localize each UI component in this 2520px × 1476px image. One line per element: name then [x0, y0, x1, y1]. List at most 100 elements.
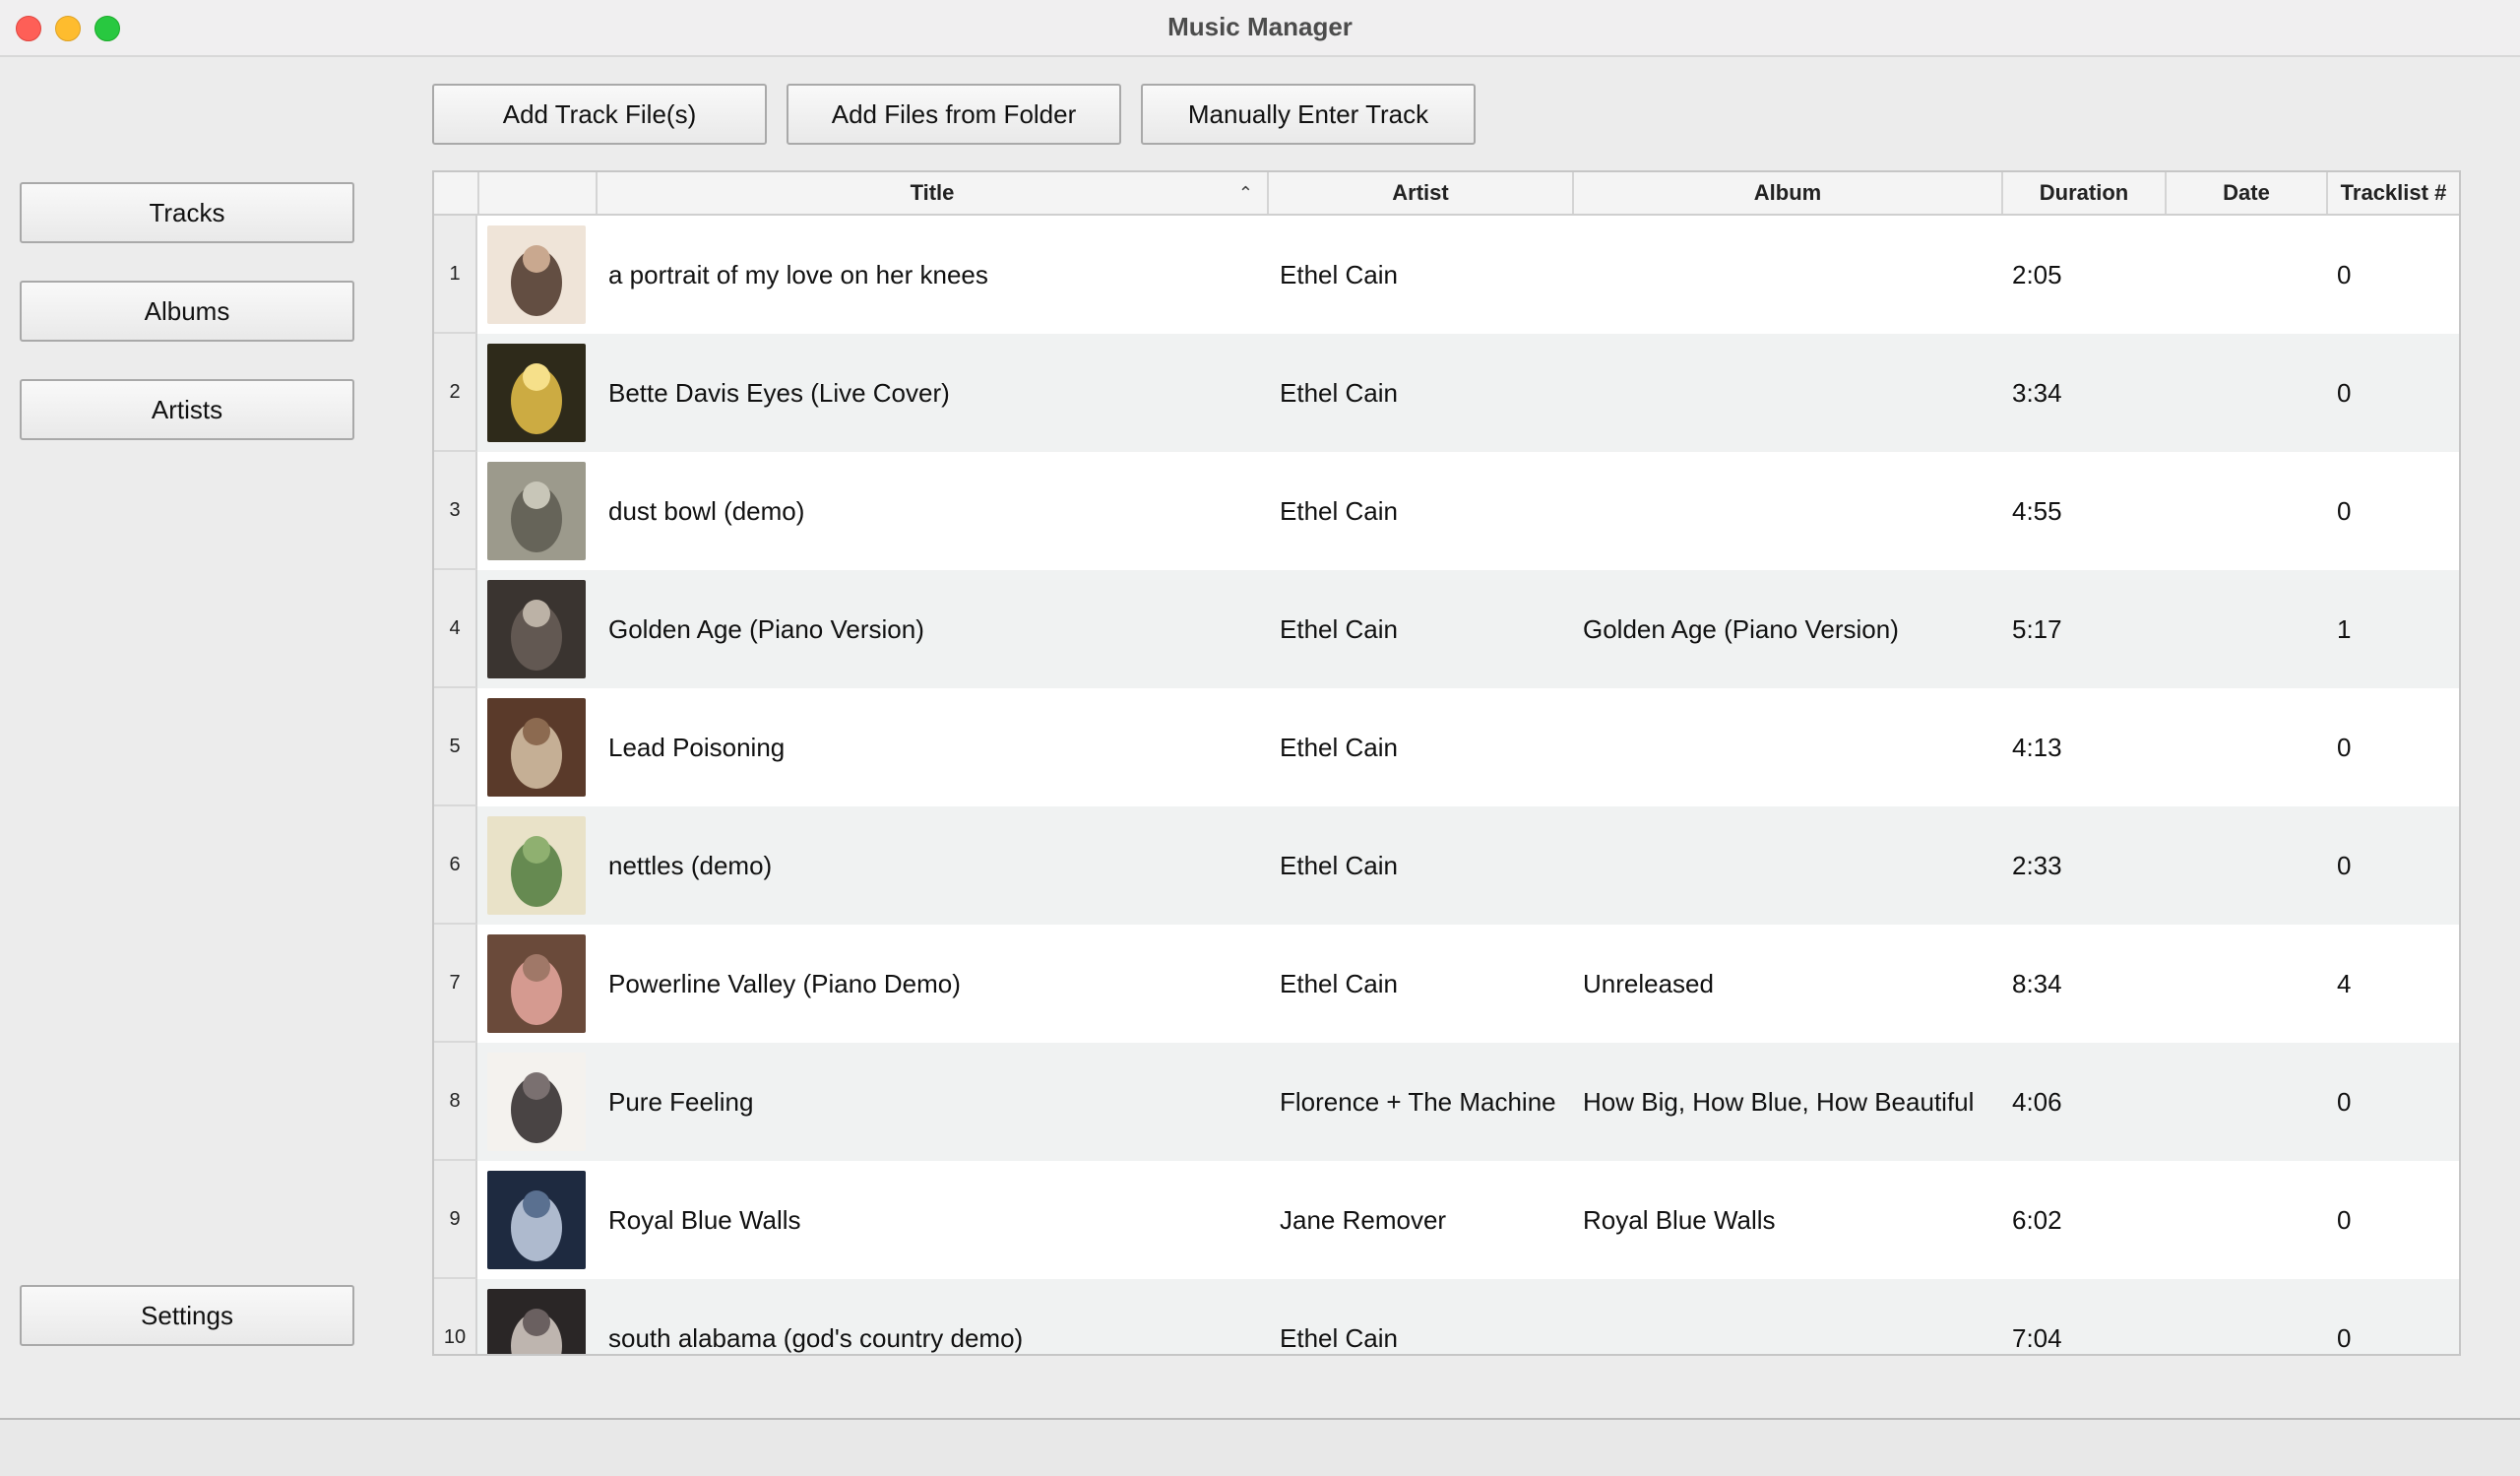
row-number[interactable]: 1: [434, 216, 477, 334]
column-header-artist[interactable]: Artist: [1269, 172, 1574, 214]
cell-title[interactable]: dust bowl (demo): [608, 452, 1258, 570]
manually-enter-track-button[interactable]: Manually Enter Track: [1141, 84, 1476, 145]
cell-title[interactable]: nettles (demo): [608, 806, 1258, 925]
cell-artist[interactable]: Ethel Cain: [1280, 570, 1575, 688]
cell-artist[interactable]: Ethel Cain: [1280, 806, 1575, 925]
cell-album[interactable]: [1583, 1279, 2002, 1354]
row-number[interactable]: 7: [434, 925, 477, 1043]
column-header-date[interactable]: Date: [2167, 172, 2328, 214]
cell-artist[interactable]: Ethel Cain: [1280, 216, 1575, 334]
album-art-image: [487, 462, 586, 560]
cell-duration[interactable]: 6:02: [2012, 1161, 2160, 1279]
column-header-art[interactable]: [479, 172, 598, 214]
cell-album[interactable]: How Big, How Blue, How Beautiful: [1583, 1043, 2002, 1161]
cell-title[interactable]: Bette Davis Eyes (Live Cover): [608, 334, 1258, 452]
cell-artist[interactable]: Ethel Cain: [1280, 925, 1575, 1043]
cell-album[interactable]: Royal Blue Walls: [1583, 1161, 2002, 1279]
cell-tracklist[interactable]: 0: [2337, 1279, 2455, 1354]
table-header: Title ⌃ Artist Album Duration Date Track…: [434, 172, 2459, 216]
cell-duration[interactable]: 8:34: [2012, 925, 2160, 1043]
table-row[interactable]: 4 Golden Age (Piano Version) Ethel Cain Gol…: [434, 570, 2459, 688]
column-header-duration[interactable]: Duration: [2003, 172, 2167, 214]
cell-title[interactable]: Pure Feeling: [608, 1043, 1258, 1161]
cell-date[interactable]: [2175, 688, 2323, 806]
table-row[interactable]: 7 Powerline Valley (Piano Demo) Ethel Cain…: [434, 925, 2459, 1043]
cell-duration[interactable]: 3:34: [2012, 334, 2160, 452]
corner-header[interactable]: [434, 172, 479, 214]
settings-button[interactable]: Settings: [20, 1285, 354, 1346]
cell-title[interactable]: south alabama (god's country demo): [608, 1279, 1258, 1354]
row-number[interactable]: 5: [434, 688, 477, 806]
cell-album[interactable]: Golden Age (Piano Version): [1583, 570, 2002, 688]
row-number[interactable]: 6: [434, 806, 477, 925]
cell-artist[interactable]: Ethel Cain: [1280, 688, 1575, 806]
cell-artist[interactable]: Jane Remover: [1280, 1161, 1575, 1279]
cell-title[interactable]: Lead Poisoning: [608, 688, 1258, 806]
table-row[interactable]: 2 Bette Davis Eyes (Live Cover) Ethel Cain…: [434, 334, 2459, 452]
cell-artist[interactable]: Ethel Cain: [1280, 452, 1575, 570]
column-header-title-label: Title: [910, 180, 955, 205]
cell-artist[interactable]: Ethel Cain: [1280, 334, 1575, 452]
artists-button[interactable]: Artists: [20, 379, 354, 440]
cell-tracklist[interactable]: 0: [2337, 452, 2455, 570]
row-number[interactable]: 4: [434, 570, 477, 688]
cell-duration[interactable]: 4:55: [2012, 452, 2160, 570]
cell-title[interactable]: Powerline Valley (Piano Demo): [608, 925, 1258, 1043]
albums-button[interactable]: Albums: [20, 281, 354, 342]
table-row[interactable]: 8 Pure Feeling Florence + The Machine How B…: [434, 1043, 2459, 1161]
cell-album[interactable]: [1583, 216, 2002, 334]
cell-tracklist[interactable]: 0: [2337, 688, 2455, 806]
table-row[interactable]: 10 south alabama (god's country demo) Ethe…: [434, 1279, 2459, 1354]
column-header-tracklist[interactable]: Tracklist #: [2328, 172, 2459, 214]
cell-tracklist[interactable]: 0: [2337, 1043, 2455, 1161]
cell-album[interactable]: [1583, 688, 2002, 806]
cell-date[interactable]: [2175, 452, 2323, 570]
cell-date[interactable]: [2175, 570, 2323, 688]
cell-duration[interactable]: 4:06: [2012, 1043, 2160, 1161]
cell-duration[interactable]: 4:13: [2012, 688, 2160, 806]
cell-title[interactable]: Royal Blue Walls: [608, 1161, 1258, 1279]
cell-duration[interactable]: 2:05: [2012, 216, 2160, 334]
table-row[interactable]: 3 dust bowl (demo) Ethel Cain 4:55 0: [434, 452, 2459, 570]
column-header-title[interactable]: Title ⌃: [598, 172, 1269, 214]
cell-date[interactable]: [2175, 925, 2323, 1043]
cell-album[interactable]: [1583, 452, 2002, 570]
cell-tracklist[interactable]: 4: [2337, 925, 2455, 1043]
cell-tracklist[interactable]: 0: [2337, 806, 2455, 925]
cell-album[interactable]: Unreleased: [1583, 925, 2002, 1043]
table-row[interactable]: 5 Lead Poisoning Ethel Cain 4:13 0: [434, 688, 2459, 806]
row-number[interactable]: 9: [434, 1161, 477, 1279]
cell-tracklist[interactable]: 0: [2337, 216, 2455, 334]
add-files-from-folder-button[interactable]: Add Files from Folder: [787, 84, 1121, 145]
cell-artist[interactable]: Florence + The Machine: [1280, 1043, 1575, 1161]
table-row[interactable]: 1 a portrait of my love on her knees Ethel…: [434, 216, 2459, 334]
cell-tracklist[interactable]: 1: [2337, 570, 2455, 688]
album-art-thumbnail: [487, 1289, 586, 1354]
row-number[interactable]: 8: [434, 1043, 477, 1161]
cell-duration[interactable]: 2:33: [2012, 806, 2160, 925]
cell-title[interactable]: a portrait of my love on her knees: [608, 216, 1258, 334]
row-number[interactable]: 2: [434, 334, 477, 452]
row-number[interactable]: 3: [434, 452, 477, 570]
tracks-button[interactable]: Tracks: [20, 182, 354, 243]
cell-tracklist[interactable]: 0: [2337, 334, 2455, 452]
cell-album[interactable]: [1583, 806, 2002, 925]
column-header-album[interactable]: Album: [1574, 172, 2003, 214]
cell-date[interactable]: [2175, 1279, 2323, 1354]
table-row[interactable]: 6 nettles (demo) Ethel Cain 2:33 0: [434, 806, 2459, 925]
cell-artist[interactable]: Ethel Cain: [1280, 1279, 1575, 1354]
cell-album[interactable]: [1583, 334, 2002, 452]
tracks-table[interactable]: Title ⌃ Artist Album Duration Date Track…: [432, 170, 2461, 1356]
cell-date[interactable]: [2175, 806, 2323, 925]
cell-date[interactable]: [2175, 1043, 2323, 1161]
add-track-files-button[interactable]: Add Track File(s): [432, 84, 767, 145]
cell-tracklist[interactable]: 0: [2337, 1161, 2455, 1279]
cell-duration[interactable]: 5:17: [2012, 570, 2160, 688]
cell-date[interactable]: [2175, 1161, 2323, 1279]
table-row[interactable]: 9 Royal Blue Walls Jane Remover Royal Blue …: [434, 1161, 2459, 1279]
row-number[interactable]: 10: [434, 1279, 477, 1354]
cell-date[interactable]: [2175, 216, 2323, 334]
cell-date[interactable]: [2175, 334, 2323, 452]
cell-title[interactable]: Golden Age (Piano Version): [608, 570, 1258, 688]
cell-duration[interactable]: 7:04: [2012, 1279, 2160, 1354]
